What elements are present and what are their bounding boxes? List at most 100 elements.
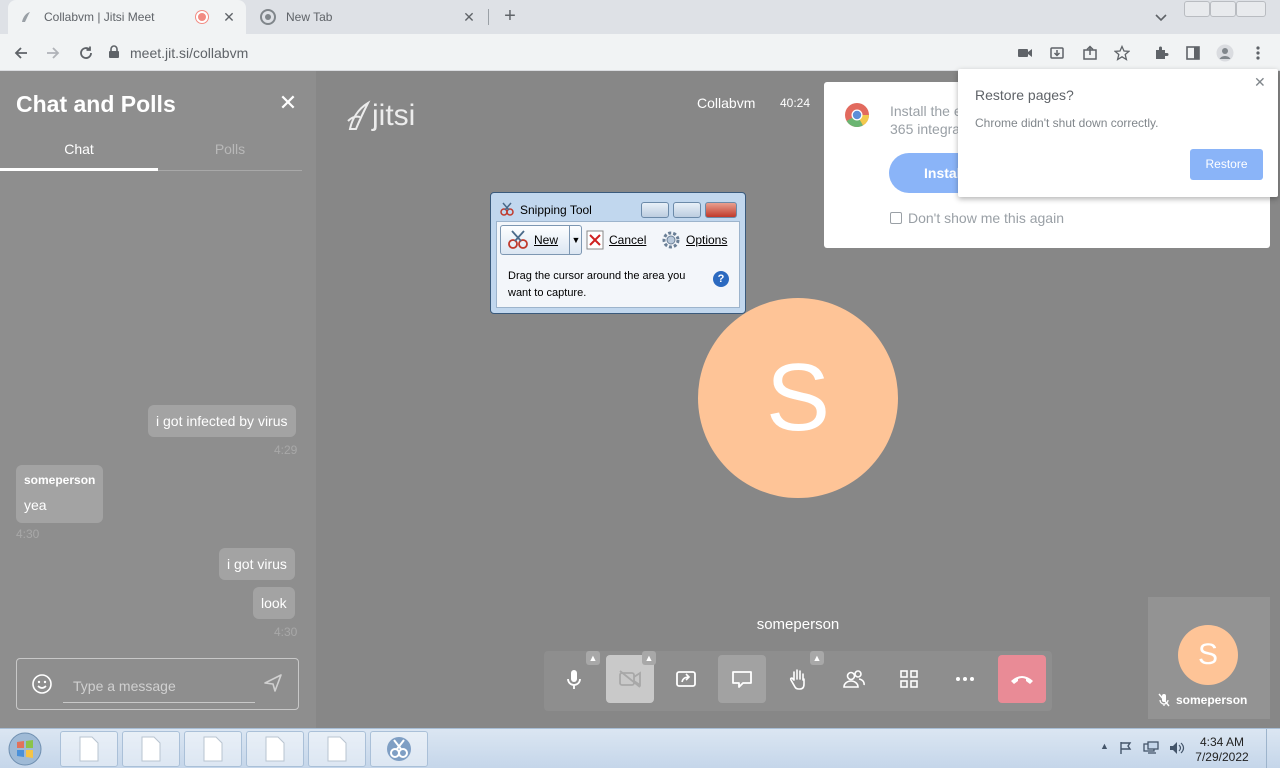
dont-show-again-checkbox[interactable]: Don't show me this again [890,210,1064,226]
share-icon[interactable] [1080,43,1100,63]
chrome-menu-icon[interactable] [1248,43,1268,63]
chat-composer [16,658,299,710]
tab-polls[interactable]: Polls [158,131,302,171]
cancel-button[interactable]: Cancel [586,225,646,255]
chrome-favicon-icon [260,9,276,25]
snip-close-button[interactable] [705,202,737,218]
tile-view-button[interactable] [885,655,933,703]
message-sender: someperson [24,473,96,487]
minimize-window-button[interactable] [1184,1,1210,17]
participants-icon [843,670,865,688]
back-icon[interactable] [10,42,32,64]
jitsi-favicon-icon [18,9,34,25]
reactions-chevron-up-icon[interactable]: ▲ [810,651,824,665]
tab-chat[interactable]: Chat [0,131,158,171]
thumbnail-name: someperson [1158,693,1247,707]
chat-message: look [253,587,295,619]
volume-icon[interactable] [1169,741,1185,760]
reload-icon[interactable] [75,42,97,64]
install-app-icon[interactable] [1047,43,1067,63]
maximize-window-button[interactable] [1210,1,1236,17]
bookmark-star-icon[interactable] [1112,43,1132,63]
snipping-hint-text: Drag the cursor around the area you want… [508,270,686,299]
jitsi-logo-icon [347,100,371,130]
tab-jitsi[interactable]: Collabvm | Jitsi Meet ✕ [8,0,246,34]
snipping-tool-titlebar[interactable]: Snipping Tool [491,193,745,221]
snipping-tool-body: New ▼ Cancel Options Drag the cursor aro… [496,221,740,308]
restore-button[interactable]: Restore [1190,149,1263,180]
taskbar-app-file-4[interactable] [246,731,304,767]
meeting-toolbox: ▲ ▲ ▲ [544,651,1052,711]
raise-hand-icon [789,669,805,690]
close-tab-icon[interactable]: ✕ [460,8,478,26]
new-snip-button[interactable]: New ▼ [500,225,582,255]
participant-name: someperson [756,616,840,633]
taskbar-app-snipping-tool[interactable] [370,731,428,767]
tab-new-tab[interactable]: New Tab ✕ [250,0,486,34]
clock-time: 4:34 AM [1199,735,1245,749]
file-icon [203,736,223,762]
send-icon[interactable] [263,673,285,695]
more-actions-button[interactable] [941,655,989,703]
start-button[interactable] [6,731,44,767]
address-bar[interactable]: meet.jit.si/collabvm [108,39,1008,67]
snip-maximize-button[interactable] [673,202,701,218]
network-icon[interactable] [1143,741,1159,760]
file-icon [265,736,285,762]
chat-button[interactable] [718,655,766,703]
thumbnail-name-text: someperson [1176,693,1248,707]
new-snip-dropdown-chevron-down-icon[interactable]: ▼ [569,226,582,254]
side-panel-icon[interactable] [1183,43,1203,63]
recording-indicator-icon [196,11,208,23]
message-text: yea [24,497,47,513]
participants-button[interactable] [830,655,878,703]
windows-taskbar: ▲ 4:34 AM 7/29/2022 [0,728,1280,768]
hangup-phone-icon [1011,676,1033,684]
profile-avatar-icon[interactable] [1215,43,1235,63]
taskbar-clock[interactable]: 4:34 AM 7/29/2022 [1190,735,1254,765]
participant-thumbnail[interactable]: S someperson [1148,597,1270,719]
taskbar-app-file-5[interactable] [308,731,366,767]
new-tab-button[interactable]: + [498,5,522,29]
chat-message-input[interactable] [63,669,255,703]
snipping-tool-window: Snipping Tool New ▼ Cancel Options Drag … [490,192,746,314]
extensions-puzzle-icon[interactable] [1151,43,1171,63]
audio-options-chevron-up-icon[interactable]: ▲ [586,651,600,665]
tab-search-icon[interactable] [1150,6,1172,28]
help-icon[interactable]: ? [713,271,729,287]
tray-expand-chevron-up-icon[interactable]: ▲ [1100,741,1109,760]
checkbox-box[interactable] [890,212,902,224]
tab-title: Collabvm | Jitsi Meet [44,10,155,24]
chat-message: i got infected by virus [148,405,296,437]
camera-permission-icon[interactable] [1015,43,1035,63]
video-options-chevron-up-icon[interactable]: ▲ [642,651,656,665]
windows-orb-icon [8,732,42,766]
message-time: 4:29 [274,443,298,457]
leave-meeting-button[interactable] [998,655,1046,703]
screen-share-button[interactable] [662,655,710,703]
taskbar-app-file-1[interactable] [60,731,118,767]
chat-panel: Chat and Polls ✕ Chat Polls i got infect… [0,71,316,728]
chat-message: i got virus [219,548,295,580]
taskbar-app-file-2[interactable] [122,731,180,767]
file-icon [327,736,347,762]
options-gear-icon [662,231,680,249]
close-chat-icon[interactable]: ✕ [278,92,298,114]
microphone-icon [567,670,581,689]
message-time: 4:30 [274,625,298,639]
show-desktop-button[interactable] [1266,729,1280,768]
close-icon[interactable]: ✕ [1254,75,1268,89]
thumbnail-avatar: S [1178,625,1238,685]
mic-muted-icon [1158,693,1170,707]
meeting-timer: 40:24 [780,96,811,110]
taskbar-app-file-3[interactable] [184,731,242,767]
browser-tab-strip: Collabvm | Jitsi Meet ✕ New Tab ✕ + [0,0,1280,34]
snip-minimize-button[interactable] [641,202,669,218]
close-window-button[interactable] [1236,1,1266,17]
jitsi-logo[interactable]: jitsi [346,99,415,133]
options-button[interactable]: Options [661,225,727,255]
close-tab-icon[interactable]: ✕ [220,8,238,26]
forward-icon[interactable] [42,42,64,64]
action-center-flag-icon[interactable] [1119,741,1133,760]
emoji-icon[interactable] [31,673,53,695]
